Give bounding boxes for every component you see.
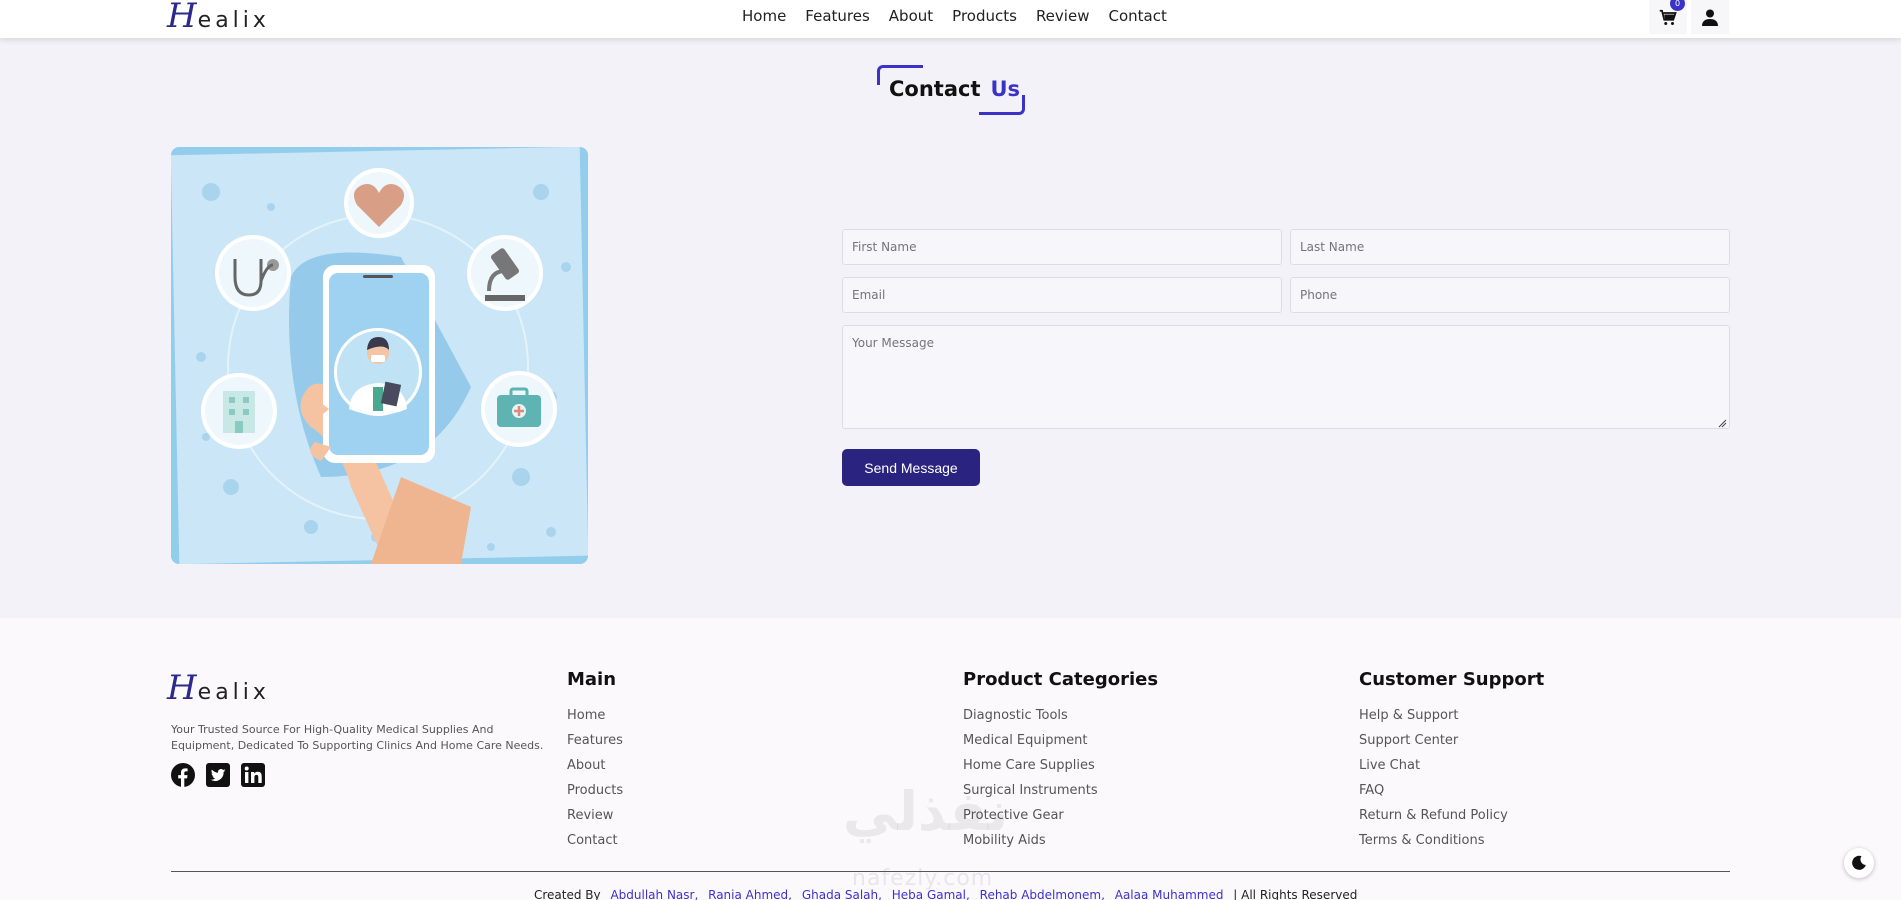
logo-initial: H — [167, 0, 197, 36]
footer-logo-initial: H — [167, 668, 197, 708]
logo-text: ealix — [197, 8, 270, 33]
footer-link-home[interactable]: Home — [567, 703, 623, 728]
footer-link-home-care-supplies[interactable]: Home Care Supplies — [963, 753, 1158, 778]
nav-link-contact[interactable]: Contact — [1108, 6, 1166, 26]
phone-input[interactable] — [1290, 277, 1730, 313]
footer-column-title: Main — [567, 669, 617, 690]
title-part-2: Us — [990, 77, 1021, 101]
cart-count-badge: 0 — [1670, 0, 1685, 11]
section-title: Contact Us — [877, 65, 1025, 115]
footer-link-about[interactable]: About — [567, 753, 623, 778]
footer-link-review[interactable]: Review — [567, 803, 623, 828]
nav-link-review[interactable]: Review — [1036, 6, 1090, 26]
credits: Created By Abdullah Nasr, Rania Ahmed, G… — [534, 888, 1357, 900]
social-links — [171, 763, 265, 787]
facebook-icon[interactable] — [171, 763, 195, 787]
user-button[interactable] — [1691, 0, 1729, 34]
nav-icons: 0 — [1649, 0, 1729, 34]
footer-column-support: Customer Support Help & Support Support … — [1359, 669, 1544, 853]
user-icon — [1702, 9, 1718, 26]
message-textarea[interactable] — [842, 325, 1730, 429]
footer-column-categories: Product Categories Diagnostic Tools Medi… — [963, 669, 1158, 853]
footer-link-contact[interactable]: Contact — [567, 828, 623, 853]
footer-link-help-support[interactable]: Help & Support — [1359, 703, 1544, 728]
title-part-1: Contact — [889, 77, 981, 101]
credit-author[interactable]: Aalaa Muhammed — [1115, 888, 1224, 900]
footer-link-diagnostic-tools[interactable]: Diagnostic Tools — [963, 703, 1158, 728]
navbar: H ealix Home Features About Products Rev… — [0, 0, 1901, 38]
footer-link-protective-gear[interactable]: Protective Gear — [963, 803, 1158, 828]
nav-link-home[interactable]: Home — [742, 6, 786, 26]
brand-logo[interactable]: H ealix — [167, 0, 270, 34]
moon-icon — [1852, 855, 1866, 870]
cart-button[interactable]: 0 — [1649, 0, 1687, 34]
telemedicine-illustration — [171, 147, 588, 564]
footer-link-features[interactable]: Features — [567, 728, 623, 753]
footer-divider — [171, 871, 1730, 872]
nav-link-features[interactable]: Features — [805, 6, 870, 26]
cart-icon — [1659, 9, 1677, 25]
footer: نفذلي nafezly.com H ealix Your Trusted S… — [0, 618, 1901, 900]
footer-link-medical-equipment[interactable]: Medical Equipment — [963, 728, 1158, 753]
footer-link-faq[interactable]: FAQ — [1359, 778, 1544, 803]
linkedin-icon[interactable] — [241, 763, 265, 787]
footer-link-products[interactable]: Products — [567, 778, 623, 803]
credits-suffix: | All Rights Reserved — [1233, 888, 1358, 900]
footer-link-surgical-instruments[interactable]: Surgical Instruments — [963, 778, 1158, 803]
theme-toggle-button[interactable] — [1844, 848, 1874, 878]
send-message-button[interactable]: Send Message — [842, 449, 980, 486]
credit-author[interactable]: Ghada Salah, — [802, 888, 882, 900]
nav-link-about[interactable]: About — [889, 6, 933, 26]
twitter-icon[interactable] — [206, 763, 230, 787]
footer-link-return-refund[interactable]: Return & Refund Policy — [1359, 803, 1544, 828]
footer-link-support-center[interactable]: Support Center — [1359, 728, 1544, 753]
last-name-input[interactable] — [1290, 229, 1730, 265]
first-name-input[interactable] — [842, 229, 1282, 265]
footer-column-title: Customer Support — [1359, 669, 1545, 690]
nav-link-products[interactable]: Products — [952, 6, 1017, 26]
footer-description: Your Trusted Source For High-Quality Med… — [171, 723, 544, 752]
footer-logo[interactable]: H ealix — [167, 670, 270, 706]
resize-grip-icon[interactable] — [1718, 419, 1727, 428]
footer-column-main: Main Home Features About Products Review… — [567, 669, 623, 853]
credit-author[interactable]: Heba Gamal, — [892, 888, 970, 900]
credits-prefix: Created By — [534, 888, 601, 900]
footer-link-mobility-aids[interactable]: Mobility Aids — [963, 828, 1158, 853]
page-title: Contact Us — [889, 77, 1020, 101]
footer-logo-text: ealix — [197, 680, 270, 705]
credit-author[interactable]: Abdullah Nasr, — [610, 888, 698, 900]
credit-author[interactable]: Rehab Abdelmonem, — [980, 888, 1105, 900]
credit-author[interactable]: Rania Ahmed, — [708, 888, 792, 900]
footer-link-terms[interactable]: Terms & Conditions — [1359, 828, 1544, 853]
footer-link-live-chat[interactable]: Live Chat — [1359, 753, 1544, 778]
email-input[interactable] — [842, 277, 1282, 313]
footer-column-title: Product Categories — [963, 669, 1159, 690]
nav-links: Home Features About Products Review Cont… — [742, 6, 1186, 26]
